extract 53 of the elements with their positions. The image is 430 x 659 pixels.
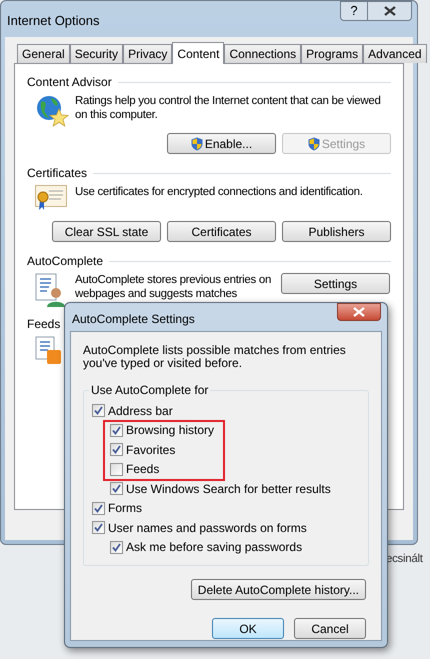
dialog-button[interactable]: Delete AutoComplete history... xyxy=(190,579,366,600)
section-heading: Certificates xyxy=(27,165,88,182)
option-label: Feeds xyxy=(126,461,160,478)
close-button[interactable] xyxy=(337,303,381,321)
option-label: User names and passwords on forms xyxy=(108,520,307,537)
section-heading: Feeds xyxy=(27,316,60,333)
checkbox[interactable] xyxy=(110,443,123,456)
option-label: Address bar xyxy=(108,402,173,420)
section-heading: AutoComplete xyxy=(27,253,104,270)
checkbox[interactable] xyxy=(110,462,123,476)
checkbox[interactable] xyxy=(92,404,105,418)
dialog-button[interactable]: Settings xyxy=(281,273,390,294)
close-icon xyxy=(384,6,396,16)
dialog-title: AutoComplete Settings xyxy=(72,311,195,328)
checkbox[interactable] xyxy=(92,521,105,534)
dialog-button[interactable]: Clear SSL state xyxy=(52,221,161,242)
option-label: Use Windows Search for better results xyxy=(126,480,331,498)
tab[interactable]: Connections xyxy=(224,44,302,63)
tab[interactable]: Security xyxy=(70,44,124,63)
help-button[interactable]: ? xyxy=(340,1,368,21)
tab[interactable]: Advanced xyxy=(363,44,427,63)
dialog-button[interactable]: OK xyxy=(212,618,284,639)
certificate-icon xyxy=(35,185,67,211)
dialog-button[interactable]: Certificates xyxy=(167,221,276,242)
tab[interactable]: Content xyxy=(172,42,224,64)
checkbox[interactable] xyxy=(110,540,123,554)
section-heading: Content Advisor xyxy=(27,74,112,91)
tab[interactable]: Programs xyxy=(301,44,364,63)
option-label: Favorites xyxy=(126,442,176,459)
shield-icon xyxy=(308,136,320,150)
option-label: Forms xyxy=(108,500,142,518)
checkbox[interactable] xyxy=(110,482,123,496)
dialog-button[interactable]: Cancel xyxy=(294,618,366,639)
checkbox[interactable] xyxy=(110,424,123,437)
checkbox[interactable] xyxy=(92,502,105,515)
dialog-button[interactable]: Enable... xyxy=(167,133,276,154)
group-label: Use AutoComplete for xyxy=(89,383,210,397)
tab[interactable]: Privacy xyxy=(123,44,172,63)
document-user-icon xyxy=(35,273,65,307)
option-label: Browsing history xyxy=(126,422,214,440)
section-description: AutoComplete stores previous entries on webpages and suggests matches xyxy=(75,273,272,301)
window-title: Internet Options xyxy=(7,12,100,30)
globe-star-icon xyxy=(35,94,69,128)
section-description: Ratings help you control the Internet content that can be viewed on this computer. xyxy=(75,94,382,122)
close-icon xyxy=(353,307,365,317)
close-button[interactable] xyxy=(368,1,412,21)
tab[interactable]: General xyxy=(17,44,70,63)
dialog-button[interactable]: Publishers xyxy=(282,221,391,242)
shield-icon xyxy=(190,136,203,150)
dialog-description: AutoComplete lists possible matches from entries you've typed or visited before. xyxy=(83,344,347,370)
section-description: Use certificates for encrypted connections and identification. xyxy=(75,185,364,199)
option-label: Ask me before saving passwords xyxy=(126,539,302,556)
feed-list-icon xyxy=(35,336,63,366)
